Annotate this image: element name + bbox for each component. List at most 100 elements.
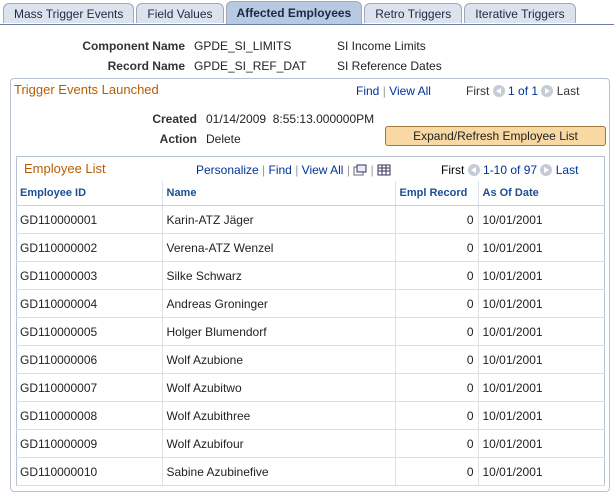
table-row: GD110000008 Wolf Azubithree 0 10/01/2001: [16, 401, 605, 430]
cell-name: Wolf Azubione: [162, 345, 396, 374]
table-row: GD110000005 Holger Blumendorf 0 10/01/2001: [16, 317, 605, 346]
cell-as-of-date: 10/01/2001: [478, 401, 605, 430]
cell-as-of-date: 10/01/2001: [478, 317, 605, 346]
trigger-pager-count: 1 of 1: [508, 84, 539, 98]
table-row: GD110000006 Wolf Azubione 0 10/01/2001: [16, 345, 605, 374]
column-header-name[interactable]: Name: [162, 181, 396, 206]
new-window-icon[interactable]: [353, 164, 367, 176]
trigger-view-all-link[interactable]: View All: [389, 84, 431, 98]
created-value: 01/14/2009 8:55:13.000000PM: [206, 112, 375, 126]
table-row: GD110000007 Wolf Azubitwo 0 10/01/2001: [16, 373, 605, 402]
cell-empl-record: 0: [395, 345, 479, 374]
cell-employee-id: GD110000010: [16, 457, 163, 486]
nav-separator: |: [295, 163, 299, 177]
table-row: GD110000010 Sabine Azubinefive 0 10/01/2001: [16, 457, 605, 486]
nav-separator: |: [262, 163, 266, 177]
cell-as-of-date: 10/01/2001: [478, 429, 605, 458]
record-name-value: GPDE_SI_REF_DAT: [194, 59, 307, 73]
personalize-link[interactable]: Personalize: [196, 163, 259, 177]
employee-first-label: First: [441, 163, 465, 177]
cell-name: Andreas Groninger: [162, 289, 396, 318]
cell-name: Wolf Azubifour: [162, 429, 396, 458]
trigger-find-link[interactable]: Find: [356, 84, 379, 98]
tab-bar: Mass Trigger Events Field Values Affecte…: [3, 1, 576, 25]
table-row: GD110000001 Karin-ATZ Jäger 0 10/01/2001: [16, 205, 605, 234]
cell-name: Verena-ATZ Wenzel: [162, 233, 396, 262]
cell-name: Karin-ATZ Jäger: [162, 205, 396, 234]
cell-empl-record: 0: [395, 205, 479, 234]
cell-empl-record: 0: [395, 289, 479, 318]
component-name-value: GPDE_SI_LIMITS: [194, 39, 292, 53]
column-header-empl-record[interactable]: Empl Record: [395, 181, 479, 206]
employee-pager-count: 1-10 of 97: [483, 163, 538, 177]
record-name-description: SI Reference Dates: [337, 59, 442, 73]
download-spreadsheet-icon[interactable]: [377, 164, 391, 176]
created-label: Created: [152, 112, 197, 126]
trigger-events-navbar: Find | View All: [356, 84, 431, 98]
cell-name: Wolf Azubitwo: [162, 373, 396, 402]
cell-employee-id: GD110000006: [16, 345, 163, 374]
cell-employee-id: GD110000009: [16, 429, 163, 458]
cell-employee-id: GD110000003: [16, 261, 163, 290]
cell-name: Silke Schwarz: [162, 261, 396, 290]
cell-as-of-date: 10/01/2001: [478, 289, 605, 318]
trigger-first-label: First: [466, 84, 490, 98]
cell-empl-record: 0: [395, 373, 479, 402]
next-arrow-icon[interactable]: [540, 164, 553, 176]
tab-iterative-triggers[interactable]: Iterative Triggers: [464, 3, 576, 23]
employee-list-toolbar: Personalize | Find | View All | |: [196, 163, 391, 177]
action-label: Action: [159, 132, 197, 146]
nav-separator: |: [382, 84, 386, 98]
column-header-as-of-date[interactable]: As Of Date: [478, 181, 605, 206]
expand-refresh-employee-list-button[interactable]: Expand/Refresh Employee List: [385, 126, 606, 146]
employee-last-link[interactable]: Last: [556, 163, 579, 177]
cell-as-of-date: 10/01/2001: [478, 205, 605, 234]
cell-name: Wolf Azubithree: [162, 401, 396, 430]
cell-as-of-date: 10/01/2001: [478, 345, 605, 374]
employee-table-header: Employee ID Name Empl Record As Of Date: [16, 181, 605, 206]
previous-arrow-icon[interactable]: [492, 85, 505, 97]
record-name-label: Record Name: [107, 59, 185, 73]
cell-employee-id: GD110000004: [16, 289, 163, 318]
component-name-label: Component Name: [82, 39, 185, 53]
cell-employee-id: GD110000007: [16, 373, 163, 402]
cell-employee-id: GD110000005: [16, 317, 163, 346]
employee-table: Employee ID Name Empl Record As Of Date …: [16, 181, 605, 486]
table-row: GD110000009 Wolf Azubifour 0 10/01/2001: [16, 429, 605, 458]
employee-find-link[interactable]: Find: [269, 163, 292, 177]
trigger-events-title: Trigger Events Launched: [14, 82, 159, 97]
trigger-events-pager: First 1 of 1 Last: [466, 84, 579, 98]
tab-retro-triggers[interactable]: Retro Triggers: [364, 3, 463, 23]
action-value: Delete: [206, 132, 241, 146]
tab-divider: [0, 24, 614, 25]
cell-as-of-date: 10/01/2001: [478, 457, 605, 486]
cell-as-of-date: 10/01/2001: [478, 373, 605, 402]
cell-empl-record: 0: [395, 261, 479, 290]
cell-name: Sabine Azubinefive: [162, 457, 396, 486]
cell-as-of-date: 10/01/2001: [478, 233, 605, 262]
tab-field-values[interactable]: Field Values: [136, 3, 224, 23]
cell-employee-id: GD110000002: [16, 233, 163, 262]
cell-empl-record: 0: [395, 429, 479, 458]
cell-employee-id: GD110000008: [16, 401, 163, 430]
nav-separator: |: [370, 163, 374, 177]
next-arrow-icon[interactable]: [541, 85, 554, 97]
cell-empl-record: 0: [395, 233, 479, 262]
employee-list-pager: First 1-10 of 97 Last: [441, 163, 578, 177]
nav-separator: |: [346, 163, 350, 177]
employee-view-all-link[interactable]: View All: [302, 163, 344, 177]
table-row: GD110000002 Verena-ATZ Wenzel 0 10/01/2001: [16, 233, 605, 262]
cell-employee-id: GD110000001: [16, 205, 163, 234]
cell-name: Holger Blumendorf: [162, 317, 396, 346]
tab-affected-employees[interactable]: Affected Employees: [225, 1, 363, 24]
cell-empl-record: 0: [395, 317, 479, 346]
previous-arrow-icon[interactable]: [467, 164, 480, 176]
cell-as-of-date: 10/01/2001: [478, 261, 605, 290]
component-name-description: SI Income Limits: [337, 39, 426, 53]
tab-mass-trigger-events[interactable]: Mass Trigger Events: [3, 3, 135, 23]
employee-list-title: Employee List: [24, 161, 106, 176]
column-header-employee-id[interactable]: Employee ID: [16, 181, 163, 206]
table-row: GD110000003 Silke Schwarz 0 10/01/2001: [16, 261, 605, 290]
cell-empl-record: 0: [395, 457, 479, 486]
cell-empl-record: 0: [395, 401, 479, 430]
